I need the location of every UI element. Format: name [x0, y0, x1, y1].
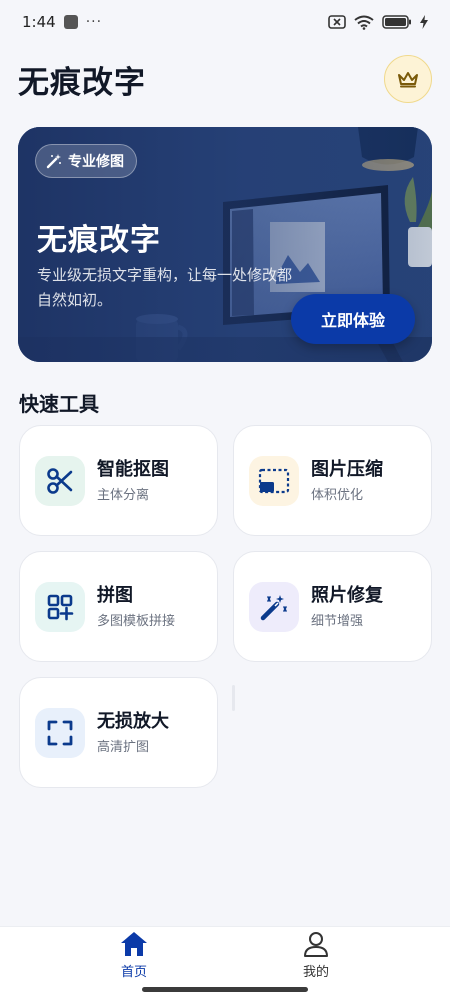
tool-title: 照片修复 [311, 585, 383, 606]
wifi-icon [354, 15, 374, 30]
card-placeholder-edge [232, 685, 235, 711]
tool-text: 照片修复 细节增强 [311, 585, 383, 631]
tool-text: 拼图 多图模板拼接 [97, 585, 175, 631]
tool-subtitle: 细节增强 [311, 614, 364, 629]
crown-icon [398, 72, 418, 88]
magic-wand-icon [260, 595, 287, 621]
vip-button[interactable] [384, 55, 432, 103]
compress-icon [258, 468, 290, 494]
tool-title: 拼图 [97, 585, 133, 606]
tool-icon-box [35, 582, 85, 632]
banner-description: 专业级无损文字重构，让每一处修改都自然如初。 [37, 266, 293, 309]
scissors-icon [47, 468, 73, 494]
status-time: 1:44 [22, 13, 56, 31]
status-left: 1:44 ··· [22, 13, 102, 31]
tool-title: 智能抠图 [97, 459, 169, 480]
profile-icon [304, 932, 328, 957]
tool-card-upscale[interactable]: 无损放大 高清扩图 [19, 677, 218, 788]
battery-icon [382, 15, 411, 29]
tool-text: 图片压缩 体积优化 [311, 459, 383, 505]
more-notifications-icon: ··· [85, 14, 103, 30]
tool-card-compress[interactable]: 图片压缩 体积优化 [233, 425, 432, 536]
charging-icon [420, 15, 428, 29]
home-indicator [142, 987, 308, 992]
status-bar: 1:44 ··· [0, 0, 450, 44]
tool-card-cutout[interactable]: 智能抠图 主体分离 [19, 425, 218, 536]
page-title: 无痕改字 [18, 64, 146, 101]
promo-banner[interactable]: 专业修图 无痕改字 专业级无损文字重构，让每一处修改都自然如初。 立即体验 [18, 127, 432, 362]
banner-title: 无痕改字 [37, 223, 161, 258]
tool-icon-box [35, 708, 85, 758]
tool-text: 智能抠图 主体分离 [97, 459, 169, 505]
tool-icon-box [249, 582, 299, 632]
notification-icon [63, 15, 78, 29]
expand-icon [47, 720, 73, 746]
tool-subtitle: 体积优化 [311, 488, 364, 503]
collage-icon [47, 594, 74, 621]
tool-subtitle: 主体分离 [97, 488, 150, 503]
home-icon [121, 932, 147, 956]
header: 无痕改字 [18, 52, 432, 106]
banner-tag: 专业修图 [35, 144, 137, 178]
tool-text: 无损放大 高清扩图 [97, 711, 169, 757]
tool-subtitle: 高清扩图 [97, 740, 150, 755]
no-sim-icon [328, 15, 346, 29]
tool-title: 图片压缩 [311, 459, 383, 480]
section-title: 快速工具 [19, 392, 99, 416]
nav-item-profile[interactable]: 我的 [276, 931, 356, 987]
tool-subtitle: 多图模板拼接 [97, 614, 176, 629]
tool-icon-box [35, 456, 85, 506]
tool-card-collage[interactable]: 拼图 多图模板拼接 [19, 551, 218, 662]
nav-item-home[interactable]: 首页 [94, 931, 174, 987]
tool-card-restore[interactable]: 照片修复 细节增强 [233, 551, 432, 662]
nav-label-profile: 我的 [302, 965, 329, 980]
try-now-button[interactable]: 立即体验 [291, 294, 415, 344]
tool-icon-box [249, 456, 299, 506]
status-right [328, 15, 428, 30]
banner-tag-label: 专业修图 [68, 154, 124, 170]
nav-label-home: 首页 [120, 965, 147, 980]
tool-title: 无损放大 [97, 711, 169, 732]
magic-wand-icon [46, 154, 61, 169]
